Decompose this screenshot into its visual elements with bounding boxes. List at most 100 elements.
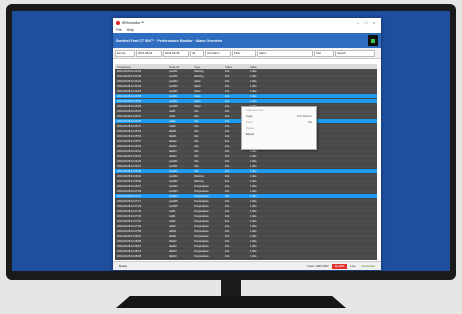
table-cell: Info <box>224 184 230 188</box>
filter-toolbar: Events 2016-08-04 2016-09-08 All Info Al… <box>113 48 381 59</box>
table-cell: cpu005 <box>169 204 178 208</box>
table-cell: 2016-09-08 11:25:37 <box>117 124 141 128</box>
menu-help[interactable]: Help <box>127 28 134 32</box>
table-cell: 2016-09-08 11:28:21 <box>117 249 141 253</box>
maximize-icon[interactable]: □ <box>362 20 370 25</box>
table-cell: net02 <box>169 124 176 128</box>
table-cell: Info <box>224 249 230 253</box>
app-banner: Sentinel Ford CT 500™ · Performance Moni… <box>113 33 381 48</box>
table-cell: Temperature <box>192 260 223 261</box>
table-cell: 2016-09-08 11:26:38 <box>117 169 141 173</box>
scope-select[interactable]: All <box>190 49 204 57</box>
table-cell: 1.00e <box>250 244 257 248</box>
table-cell: 2016-09-08 11:26:03 <box>117 144 141 148</box>
context-menu-item-label: Export <box>246 132 255 136</box>
table-cell: 2016-09-08 11:26:10 <box>117 149 141 153</box>
brand-logo-mark <box>371 39 375 43</box>
table-row[interactable]: 2016-09-08 11:28:34cpu001TemperatureInfo… <box>115 259 377 261</box>
context-menu-item-label: Clear <box>246 120 253 124</box>
search-input[interactable]: Search <box>335 49 375 57</box>
table-cell: 1.00e <box>250 179 257 183</box>
table-cell: Info <box>224 84 230 88</box>
column-header[interactable]: Node ID <box>167 65 192 69</box>
table-cell: 1.00e <box>250 239 257 243</box>
sort-select[interactable]: Sort <box>314 49 334 57</box>
table-cell: Alarm <box>194 84 201 88</box>
context-menu-item[interactable]: Export <box>242 131 316 137</box>
table-cell: 2016-09-08 11:27:23 <box>117 204 141 208</box>
table-cell: 1.00e <box>250 224 257 228</box>
table-cell: 2016-09-08 11:27:42 <box>117 219 141 223</box>
table-cell: 1.00e <box>250 69 257 73</box>
table-cell: Temperature <box>194 194 209 198</box>
table-cell: 2016-09-08 11:25:09 <box>117 104 141 108</box>
table-cell: cpu005 <box>169 199 178 203</box>
table-cell: disk01 <box>169 229 177 233</box>
column-header[interactable]: Value <box>248 65 377 69</box>
column-header[interactable]: Type <box>192 65 223 69</box>
table-cell: Info <box>194 119 199 123</box>
table-cell: disk02 <box>169 144 177 148</box>
table-cell: 2016-09-08 11:25:57 <box>117 139 141 143</box>
table-cell: 2016-09-08 11:24:58 <box>117 94 141 98</box>
column-header[interactable]: Timestamp <box>115 65 167 69</box>
table-cell: cpu003 <box>169 84 178 88</box>
class-select[interactable]: Info Alarm <box>205 49 231 57</box>
table-cell: Warning <box>194 174 204 178</box>
table-cell: net02 <box>169 119 176 123</box>
table-cell: 1.00e <box>250 164 257 168</box>
table-cell: Info <box>224 99 230 103</box>
table-cell: Info <box>224 94 230 98</box>
window-title: IRISmonitor™ <box>122 20 144 25</box>
table-cell: cpu004 <box>169 194 178 198</box>
table-cell: Info <box>224 89 230 93</box>
table-cell: 1.00e <box>250 174 257 178</box>
table-cell: net01 <box>169 214 176 218</box>
table-cell: Warning <box>194 74 204 78</box>
table-cell: disk01 <box>169 134 177 138</box>
table-cell: 2016-09-08 11:26:31 <box>117 164 141 168</box>
table-cell: cpu005 <box>169 104 178 108</box>
table-cell: Info <box>224 189 230 193</box>
table-cell: Alarm <box>194 89 201 93</box>
table-cell: disk02 <box>169 139 177 143</box>
view-select[interactable]: Events <box>115 49 135 57</box>
table-cell: 1.00e <box>250 234 257 238</box>
table-cell: Info <box>194 149 199 153</box>
table-cell: Info <box>194 164 199 168</box>
alarm-select[interactable]: Alarm <box>257 49 313 57</box>
table-cell: Alarm <box>194 94 201 98</box>
table-cell: 1.00e <box>250 184 257 188</box>
close-icon[interactable]: × <box>370 20 378 25</box>
table-cell: Temperature <box>194 234 209 238</box>
table-cell: disk03 <box>169 149 177 153</box>
table-cell: disk01 <box>169 234 177 238</box>
table-cell: Info <box>224 179 230 183</box>
date-to-field[interactable]: 2016-09-08 <box>163 49 189 57</box>
table-cell: Temperature <box>194 224 209 228</box>
table-cell: 1.00e <box>250 169 257 173</box>
table-cell: Info <box>194 109 199 113</box>
date-from-field[interactable]: 2016-08-04 <box>136 49 162 57</box>
menu-file[interactable]: File <box>116 28 122 32</box>
table-cell: cpu004 <box>169 189 178 193</box>
table-cell: 2016-09-08 11:24:33 <box>117 69 141 73</box>
table-cell: 1.00e <box>248 260 377 261</box>
minimize-icon[interactable]: – <box>354 20 362 25</box>
filter-select[interactable]: Filter <box>232 49 256 57</box>
table-cell: 1.00e <box>250 199 257 203</box>
table-cell: Info <box>224 159 230 163</box>
table-cell: cpu001 <box>169 69 178 73</box>
table-cell: disk03 <box>169 154 177 158</box>
events-table[interactable]: Timestamp Node ID Type Class Value 2016-… <box>115 64 377 260</box>
table-cell: net02 <box>169 224 176 228</box>
table-cell: Info <box>223 260 248 261</box>
table-cell: Info <box>194 144 199 148</box>
table-cell: 2016-09-08 11:27:10 <box>117 194 141 198</box>
table-cell: 1.00e <box>250 159 257 163</box>
brand-logo-icon <box>368 35 378 46</box>
column-header[interactable]: Class <box>223 65 248 69</box>
table-cell: Info <box>224 219 230 223</box>
table-cell: 1.00e <box>250 89 257 93</box>
table-cell: 2016-09-08 11:25:22 <box>117 114 141 118</box>
